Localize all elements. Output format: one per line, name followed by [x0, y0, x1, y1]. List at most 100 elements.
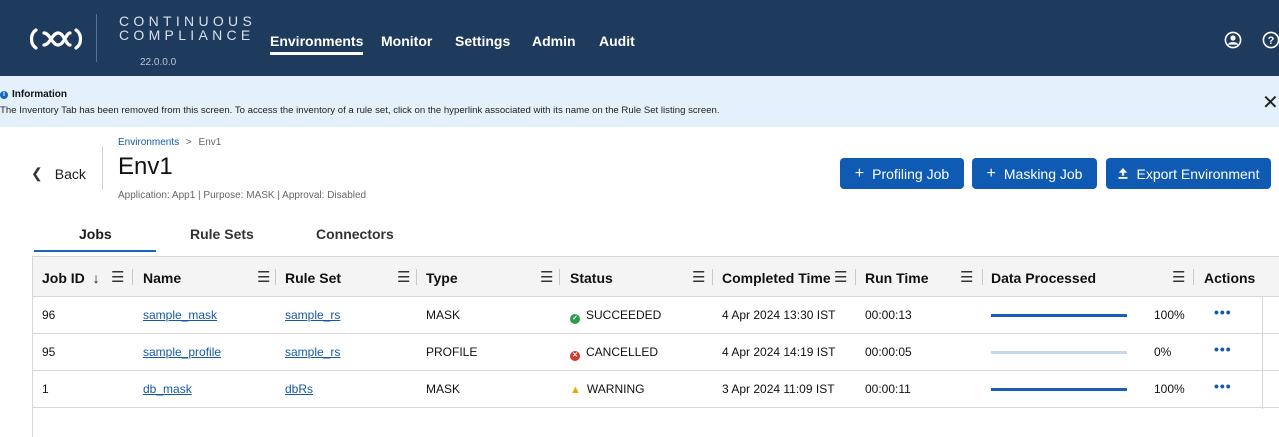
- completed-time: 4 Apr 2024 14:19 IST: [722, 345, 836, 359]
- column-divider[interactable]: [559, 269, 560, 285]
- brand-divider: [96, 14, 97, 62]
- job-type: MASK: [426, 382, 461, 396]
- column-header-type[interactable]: Type: [426, 270, 458, 286]
- table-header: Job ID ↓ ☰ Name ☰ Rule Set ☰ Type ☰ Stat…: [33, 257, 1279, 297]
- progress-percent: 100%: [1154, 308, 1185, 322]
- column-divider[interactable]: [416, 269, 417, 285]
- warning-triangle-icon: ▲: [570, 384, 581, 396]
- column-header-job-id[interactable]: Job ID ↓: [42, 270, 100, 286]
- column-divider[interactable]: [855, 269, 856, 285]
- svg-text:?: ?: [1268, 35, 1275, 47]
- brand-line-2: COMPLIANCE: [119, 27, 255, 43]
- more-actions-icon[interactable]: •••: [1214, 378, 1232, 394]
- back-label: Back: [54, 165, 86, 182]
- tab-rule-sets[interactable]: Rule Sets: [190, 226, 254, 242]
- job-name-link[interactable]: sample_mask: [143, 308, 217, 322]
- column-header-name[interactable]: Name: [143, 270, 181, 286]
- run-time: 00:00:13: [865, 308, 912, 322]
- breadcrumb-separator: >: [185, 137, 192, 148]
- sort-desc-icon[interactable]: ↓: [93, 270, 100, 286]
- profiling-job-button[interactable]: + Profiling Job: [840, 158, 964, 189]
- progress-bar: [991, 388, 1127, 391]
- status-text: SUCCEEDED: [586, 308, 662, 322]
- profiling-job-label: Profiling Job: [872, 165, 950, 182]
- table-row[interactable]: 1 db_mask dbRs MASK ▲ WARNING 3 Apr 2024 …: [33, 371, 1279, 408]
- column-menu-icon[interactable]: ☰: [1172, 268, 1185, 286]
- run-time: 00:00:05: [865, 345, 912, 359]
- column-menu-icon[interactable]: ☰: [540, 268, 553, 286]
- page-subtitle: Application: App1 | Purpose: MASK | Appr…: [118, 190, 367, 201]
- column-header-run-time[interactable]: Run Time: [865, 270, 929, 286]
- progress-bar: [991, 351, 1127, 354]
- nav-audit[interactable]: Audit: [599, 33, 635, 49]
- table-row[interactable]: 95 sample_profile sample_rs PROFILE ✕ CAN…: [33, 334, 1279, 371]
- more-actions-icon[interactable]: •••: [1214, 341, 1232, 357]
- export-environment-button[interactable]: Export Environment: [1106, 158, 1271, 189]
- breadcrumb-environments[interactable]: Environments: [118, 137, 179, 148]
- masking-job-button[interactable]: + Masking Job: [972, 158, 1097, 189]
- nav-monitor[interactable]: Monitor: [381, 33, 432, 49]
- export-environment-label: Export Environment: [1136, 165, 1260, 182]
- rule-set-link[interactable]: sample_rs: [285, 308, 340, 322]
- error-circle-icon: ✕: [570, 351, 580, 361]
- column-divider[interactable]: [275, 269, 276, 285]
- info-icon: i: [0, 90, 8, 99]
- table-row[interactable]: 96 sample_mask sample_rs MASK ✓ SUCCEEDED…: [33, 297, 1279, 334]
- column-label: Job ID: [42, 270, 85, 286]
- status-text: CANCELLED: [586, 345, 659, 359]
- column-divider[interactable]: [132, 269, 133, 285]
- tab-connectors[interactable]: Connectors: [316, 226, 394, 242]
- job-status: ✓ SUCCEEDED: [570, 308, 661, 324]
- column-header-data-processed[interactable]: Data Processed: [991, 270, 1096, 286]
- column-header-status[interactable]: Status: [570, 270, 613, 286]
- progress-bar-fill: [991, 388, 1127, 391]
- job-status: ▲ WARNING: [570, 382, 644, 396]
- progress-percent: 0%: [1154, 345, 1172, 359]
- column-divider[interactable]: [982, 269, 983, 285]
- column-divider[interactable]: [1193, 269, 1194, 285]
- progress-percent: 100%: [1154, 382, 1185, 396]
- table-scrollbar[interactable]: [1262, 296, 1263, 409]
- breadcrumb-current: Env1: [198, 137, 222, 148]
- column-header-actions: Actions: [1204, 270, 1256, 286]
- column-header-rule-set[interactable]: Rule Set: [285, 270, 341, 286]
- help-icon[interactable]: ?: [1262, 31, 1279, 49]
- nav-settings[interactable]: Settings: [455, 33, 510, 49]
- information-banner: i Information The Inventory Tab has been…: [0, 76, 1279, 127]
- banner-message: The Inventory Tab has been removed from …: [0, 105, 720, 116]
- tab-jobs[interactable]: Jobs: [79, 226, 112, 242]
- nav-environments[interactable]: Environments: [270, 33, 364, 55]
- column-menu-icon[interactable]: ☰: [397, 268, 410, 286]
- banner-title-text: Information: [12, 89, 67, 100]
- nav-admin[interactable]: Admin: [532, 33, 576, 49]
- user-icon[interactable]: [1224, 31, 1242, 49]
- close-icon[interactable]: ✕: [1262, 93, 1279, 113]
- column-menu-icon[interactable]: ☰: [960, 268, 973, 286]
- job-name-link[interactable]: sample_profile: [143, 345, 221, 359]
- column-menu-icon[interactable]: ☰: [111, 268, 124, 286]
- breadcrumb: Environments > Env1: [118, 137, 221, 148]
- column-menu-icon[interactable]: ☰: [834, 268, 847, 286]
- check-circle-icon: ✓: [570, 314, 580, 324]
- active-tab-indicator: [34, 250, 156, 252]
- column-menu-icon[interactable]: ☰: [257, 268, 270, 286]
- completed-time: 4 Apr 2024 13:30 IST: [722, 308, 836, 322]
- brand-line-1: CONTINUOUS: [119, 13, 257, 29]
- more-actions-icon[interactable]: •••: [1214, 304, 1232, 320]
- rule-set-link[interactable]: dbRs: [285, 382, 313, 396]
- job-type: PROFILE: [426, 345, 478, 359]
- masking-job-label: Masking Job: [1003, 165, 1083, 182]
- job-status: ✕ CANCELLED: [570, 345, 658, 361]
- rule-set-link[interactable]: sample_rs: [285, 345, 340, 359]
- column-divider[interactable]: [712, 269, 713, 285]
- top-navigation-bar: CONTINUOUS COMPLIANCE 22.0.0.0 Environme…: [0, 0, 1279, 76]
- jobs-table: Job ID ↓ ☰ Name ☰ Rule Set ☰ Type ☰ Stat…: [32, 256, 1279, 437]
- back-button[interactable]: ❮ Back: [31, 165, 86, 182]
- brand-logo-icon: [30, 28, 82, 50]
- job-name-link[interactable]: db_mask: [143, 382, 192, 396]
- column-header-completed-time[interactable]: Completed Time: [722, 270, 831, 286]
- column-menu-icon[interactable]: ☰: [692, 268, 705, 286]
- plus-icon: +: [854, 164, 865, 182]
- job-type: MASK: [426, 308, 461, 322]
- upload-icon: [1118, 168, 1128, 179]
